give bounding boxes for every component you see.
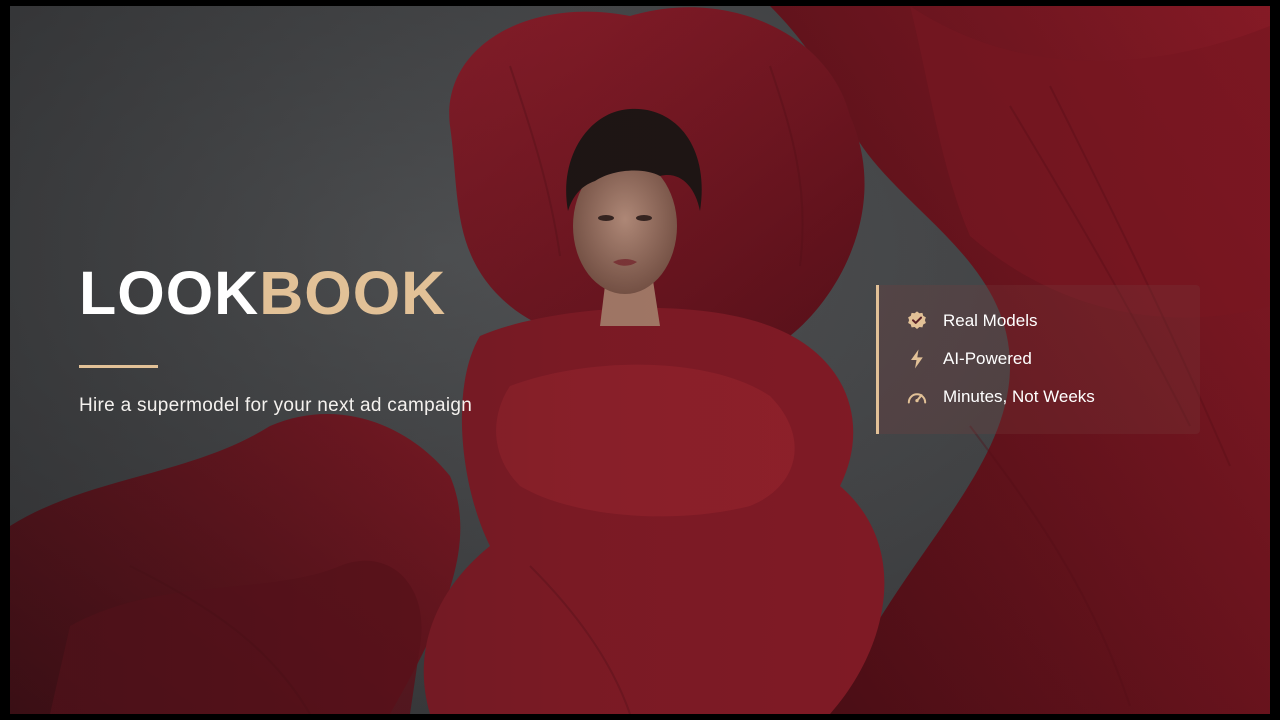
feature-real-models: Real Models <box>905 308 1038 334</box>
brand-logo: LOOKBOOK <box>79 253 446 333</box>
verified-badge-icon <box>905 309 929 333</box>
brand-name-part2: BOOK <box>259 259 447 327</box>
hero-banner: LOOKBOOK Hire a supermodel for your next… <box>10 6 1270 714</box>
feature-speed: Minutes, Not Weeks <box>905 384 1095 410</box>
feature-ai-powered: AI-Powered <box>905 346 1032 372</box>
tagline: Hire a supermodel for your next ad campa… <box>79 395 473 416</box>
feature-label: Real Models <box>943 311 1038 330</box>
speedometer-icon <box>905 385 929 409</box>
brand-divider <box>79 365 158 368</box>
feature-label: AI-Powered <box>943 349 1032 368</box>
lightning-bolt-icon <box>905 347 929 371</box>
feature-panel: Real Models AI-Powered Minutes, Not Week… <box>876 285 1200 434</box>
brand-name-part1: LOOK <box>79 259 260 327</box>
feature-label: Minutes, Not Weeks <box>943 387 1095 406</box>
